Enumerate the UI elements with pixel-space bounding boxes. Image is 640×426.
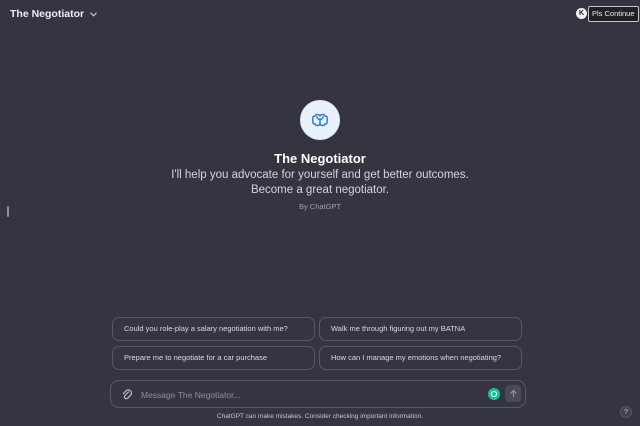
gpt-logo bbox=[300, 100, 340, 140]
gpt-title: The Negotiator bbox=[10, 8, 85, 20]
disclaimer-text: ChatGPT can make mistakes. Consider chec… bbox=[216, 413, 424, 420]
help-button[interactable]: ? bbox=[620, 406, 632, 418]
gpt-name: The Negotiator bbox=[274, 151, 366, 166]
grammarly-glyph-icon bbox=[490, 390, 498, 398]
conversation-starter[interactable]: Could you role-play a salary negotiation… bbox=[112, 317, 315, 341]
top-bar: The Negotiator K Pls Continue bbox=[0, 0, 640, 30]
conversation-starter[interactable]: Walk me through figuring out my BATNA bbox=[319, 317, 522, 341]
continue-button[interactable]: Pls Continue bbox=[588, 6, 639, 22]
chevron-down-icon bbox=[90, 12, 97, 17]
message-input[interactable] bbox=[139, 384, 473, 406]
brain-sprout-icon bbox=[311, 113, 329, 127]
gpt-title-dropdown[interactable]: The Negotiator bbox=[10, 8, 98, 20]
gpt-author: By ChatGPT bbox=[298, 202, 342, 211]
grammarly-icon[interactable] bbox=[488, 388, 500, 400]
gpt-description: I'll help you advocate for yourself and … bbox=[171, 169, 469, 196]
user-avatar[interactable]: K bbox=[576, 8, 587, 19]
conversation-starter[interactable]: How can I manage my emotions when negoti… bbox=[319, 346, 522, 370]
conversation-starter[interactable]: Prepare me to negotiate for a car purcha… bbox=[112, 346, 315, 370]
arrow-up-icon bbox=[509, 389, 517, 398]
message-composer bbox=[110, 380, 526, 408]
send-button[interactable] bbox=[505, 385, 521, 402]
paperclip-icon[interactable] bbox=[121, 389, 133, 401]
